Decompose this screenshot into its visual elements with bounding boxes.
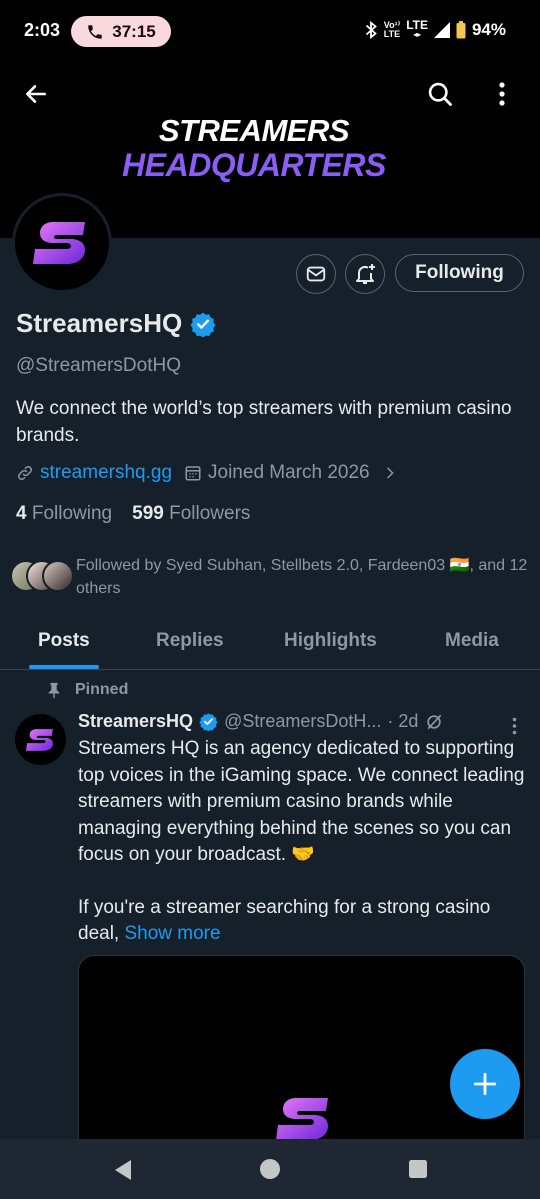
status-right: Vo¹⁾ LTE LTE ◂▸ 94% xyxy=(364,18,506,40)
tab-posts[interactable]: Posts xyxy=(38,630,90,652)
website-link[interactable]: streamershq.gg xyxy=(40,462,172,484)
following-button[interactable]: Following xyxy=(395,254,524,292)
battery-icon xyxy=(456,21,466,39)
verified-icon xyxy=(190,312,216,337)
tab-replies[interactable]: Replies xyxy=(156,630,224,652)
link-icon xyxy=(17,465,33,481)
tab-highlights[interactable]: Highlights xyxy=(284,630,377,652)
status-time: 2:03 xyxy=(24,20,61,40)
signal-icon xyxy=(433,22,450,38)
compose-post-button[interactable] xyxy=(450,1049,520,1119)
post-author-avatar[interactable] xyxy=(15,714,66,765)
message-button[interactable] xyxy=(296,254,336,294)
post-body: Streamers HQ is an agency dedicated to s… xyxy=(78,736,526,948)
search-icon xyxy=(428,82,452,106)
grok-icon[interactable] xyxy=(424,712,444,732)
show-more-link[interactable]: Show more xyxy=(124,923,220,944)
followers-count-link[interactable]: 599 Followers xyxy=(132,503,250,525)
search-button[interactable] xyxy=(420,74,460,114)
volte-indicator: Vo¹⁾ LTE xyxy=(383,20,401,39)
tab-media[interactable]: Media xyxy=(445,630,499,652)
following-count-link[interactable]: 4 Following xyxy=(16,503,112,525)
followed-by-text[interactable]: Followed by Syed Subhan, Stellbets 2.0, … xyxy=(76,554,531,600)
more-vertical-icon xyxy=(512,717,516,735)
streamershq-logo xyxy=(25,728,53,751)
profile-handle: @StreamersDotHQ xyxy=(16,355,181,376)
status-bar: 2:03 37:15 Vo¹⁾ LTE LTE ◂▸ 94% xyxy=(0,0,540,62)
mail-icon xyxy=(306,266,326,282)
pin-icon xyxy=(48,682,60,698)
call-duration: 37:15 xyxy=(112,21,156,41)
follower-avatar-3 xyxy=(42,560,74,592)
streamershq-logo xyxy=(33,222,85,264)
back-arrow-icon xyxy=(26,85,46,103)
post-header: StreamersHQ @StreamersDotH... · 2d xyxy=(78,711,498,732)
display-name: StreamersHQ xyxy=(16,308,183,338)
bluetooth-icon xyxy=(365,21,377,39)
calendar-icon xyxy=(185,466,201,481)
post-author-handle: @StreamersDotH... xyxy=(224,711,382,731)
nav-home-icon[interactable] xyxy=(259,1158,281,1180)
post-paragraph-1: Streamers HQ is an agency dedicated to s… xyxy=(78,738,525,865)
verified-icon xyxy=(199,713,218,731)
post-more-button[interactable] xyxy=(504,714,524,738)
battery-percent: 94% xyxy=(471,20,506,39)
post-media[interactable] xyxy=(78,955,525,1155)
plus-icon xyxy=(473,1072,497,1096)
profile-bio: We connect the world’s top streamers wit… xyxy=(16,398,512,446)
call-indicator[interactable]: 37:15 xyxy=(71,16,171,47)
profile-meta: streamershq.gg Joined March 2026 xyxy=(16,462,398,484)
system-nav-bar xyxy=(0,1139,540,1199)
more-vertical-icon xyxy=(499,82,505,106)
notifications-button[interactable] xyxy=(345,254,385,294)
banner-title-line2: HEADQUARTERS xyxy=(122,147,386,183)
post-paragraph-2: If you're a streamer searching for a str… xyxy=(78,896,491,945)
post-author-name[interactable]: StreamersHQ xyxy=(78,711,193,732)
follow-counts: 4 Following 599 Followers xyxy=(16,503,250,525)
lte-indicator: LTE ◂▸ xyxy=(406,18,428,39)
pinned-label: Pinned xyxy=(47,681,128,699)
phone-icon xyxy=(88,24,102,39)
profile-name: StreamersHQ xyxy=(16,308,216,339)
nav-back-icon[interactable] xyxy=(112,1159,134,1181)
more-options-button[interactable] xyxy=(482,74,522,114)
active-tab-indicator xyxy=(29,665,99,669)
banner-title-line1: STREAMERS xyxy=(158,113,350,148)
profile-avatar[interactable] xyxy=(12,193,112,293)
back-button[interactable] xyxy=(16,74,56,114)
joined-date: Joined March 2026 xyxy=(208,462,370,483)
post-time: · 2d xyxy=(387,711,419,731)
profile-tabs: Posts Replies Highlights Media xyxy=(0,620,540,670)
chevron-right-icon[interactable] xyxy=(382,465,398,481)
bell-plus-icon xyxy=(356,264,375,284)
nav-recents-icon[interactable] xyxy=(408,1159,428,1179)
streamershq-logo xyxy=(276,1098,328,1140)
